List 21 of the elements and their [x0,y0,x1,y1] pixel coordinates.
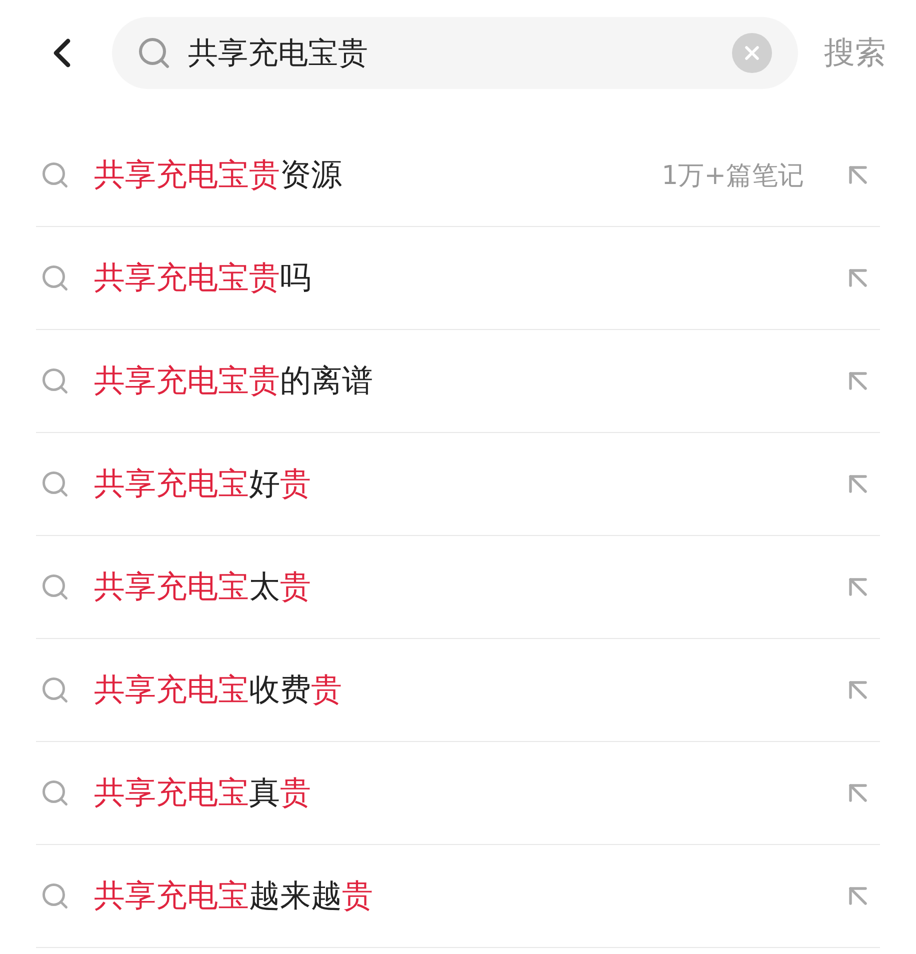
search-bar[interactable]: 共享充电宝贵 [112,17,798,89]
suggestion-text[interactable]: 共享充电宝太贵 [94,566,840,608]
search-icon [40,778,70,808]
search-icon [40,675,70,705]
suggestion-text[interactable]: 共享充电宝越来越贵 [94,875,840,917]
clear-button[interactable] [732,33,772,73]
suggestion-text[interactable]: 共享充电宝贵吗 [94,257,840,299]
suggestion-text[interactable]: 共享充电宝收费贵 [94,669,840,711]
search-icon [40,881,70,911]
search-field[interactable]: 共享充电宝贵 [186,34,718,72]
search-icon [40,160,70,190]
suggestion-text[interactable]: 共享充电宝好贵 [94,463,840,505]
suggestion-text[interactable]: 共享充电宝真贵 [94,772,840,814]
search-icon [40,572,70,602]
search-icon [40,366,70,396]
suggestion-text[interactable]: 共享充电宝贵的离谱 [94,360,840,402]
search-icon [40,263,70,293]
search-icon [136,35,172,71]
search-icon [40,469,70,499]
note-count: 1万+篇笔记 [662,160,804,192]
suggestion-text[interactable]: 共享充电宝贵资源 [94,154,662,196]
